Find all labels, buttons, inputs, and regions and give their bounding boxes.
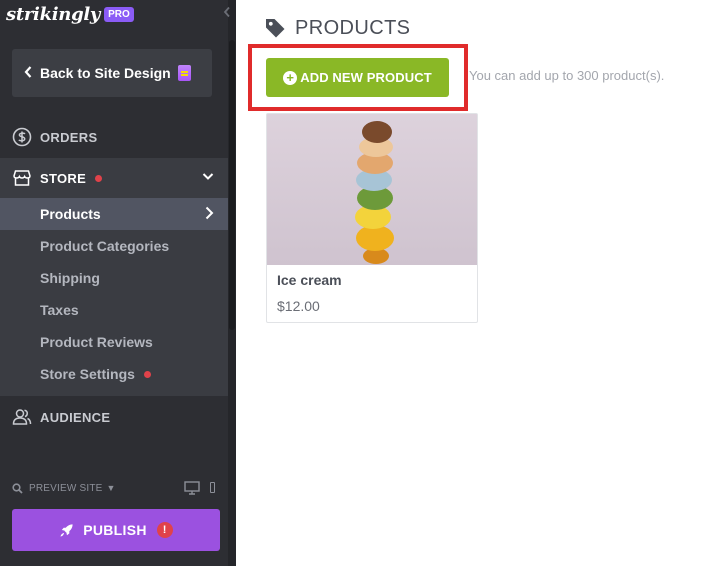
orders-label: ORDERS xyxy=(40,129,98,145)
search-icon xyxy=(12,482,23,494)
sidebar-item-label: Product Reviews xyxy=(40,334,153,350)
caret-down-icon: ▼ xyxy=(106,483,116,493)
chevron-down-icon xyxy=(202,170,214,185)
sidebar-item-shipping[interactable]: Shipping xyxy=(0,262,228,294)
sidebar-item-store-settings[interactable]: Store Settings xyxy=(0,358,228,390)
sidebar-item-label: Product Categories xyxy=(40,238,170,254)
sidebar-scrollbar[interactable] xyxy=(229,40,235,330)
store-alert-dot xyxy=(95,174,103,182)
product-image xyxy=(267,114,477,265)
product-name: Ice cream xyxy=(277,272,342,288)
store-label: STORE xyxy=(40,170,87,186)
store-settings-alert-dot xyxy=(143,370,151,378)
sidebar-item-label: Shipping xyxy=(40,270,100,286)
sidebar-item-product-reviews[interactable]: Product Reviews xyxy=(0,326,228,358)
add-new-product-button[interactable]: + ADD NEW PRODUCT xyxy=(266,58,449,97)
product-card[interactable]: Ice cream $12.00 xyxy=(266,113,478,323)
audience-label: AUDIENCE xyxy=(40,409,111,425)
product-price: $12.00 xyxy=(277,298,320,314)
sidebar-item-store[interactable]: STORE xyxy=(0,158,228,198)
product-limit-hint: You can add up to 300 product(s). xyxy=(469,68,665,83)
store-submenu: Products Product Categories Shipping Tax… xyxy=(0,198,228,396)
sidebar-item-product-categories[interactable]: Product Categories xyxy=(0,230,228,262)
sidebar-item-products[interactable]: Products xyxy=(0,198,228,230)
sidebar-item-orders[interactable]: ORDERS xyxy=(0,117,228,157)
back-button-label: Back to Site Design xyxy=(40,65,171,81)
mobile-preview-icon[interactable] xyxy=(210,482,215,493)
sidebar-item-label: Store Settings xyxy=(40,366,135,382)
preview-site-label: PREVIEW SITE xyxy=(29,482,103,494)
plus-circle-icon: + xyxy=(283,70,298,85)
logo-text: strikingly xyxy=(6,3,101,25)
logo[interactable]: strikingly PRO xyxy=(6,2,134,26)
page-header: PRODUCTS xyxy=(264,14,410,42)
sidebar-item-label: Taxes xyxy=(40,302,79,318)
site-document-icon xyxy=(177,65,191,81)
storefront-icon xyxy=(12,168,32,188)
publish-button[interactable]: PUBLISH ! xyxy=(12,509,220,551)
sidebar: strikingly PRO Back to Site Design ORDER… xyxy=(0,0,236,566)
sidebar-item-audience[interactable]: AUDIENCE xyxy=(0,397,228,437)
sidebar-item-taxes[interactable]: Taxes xyxy=(0,294,228,326)
page-title: PRODUCTS xyxy=(295,16,411,39)
pro-badge: PRO xyxy=(104,6,134,22)
tag-icon xyxy=(264,17,286,39)
dollar-circle-icon xyxy=(12,127,32,147)
chevron-left-icon xyxy=(24,65,32,81)
publish-label: PUBLISH xyxy=(83,522,147,538)
desktop-preview-icon[interactable] xyxy=(184,481,200,500)
rocket-icon xyxy=(59,523,74,538)
people-icon xyxy=(12,407,32,427)
publish-alert-badge: ! xyxy=(156,522,173,538)
back-to-site-design-button[interactable]: Back to Site Design xyxy=(12,49,212,97)
chevron-right-icon xyxy=(204,206,214,223)
collapse-sidebar-icon[interactable] xyxy=(220,4,234,22)
add-new-product-label: ADD NEW PRODUCT xyxy=(300,70,432,85)
sidebar-item-label: Products xyxy=(40,206,101,222)
